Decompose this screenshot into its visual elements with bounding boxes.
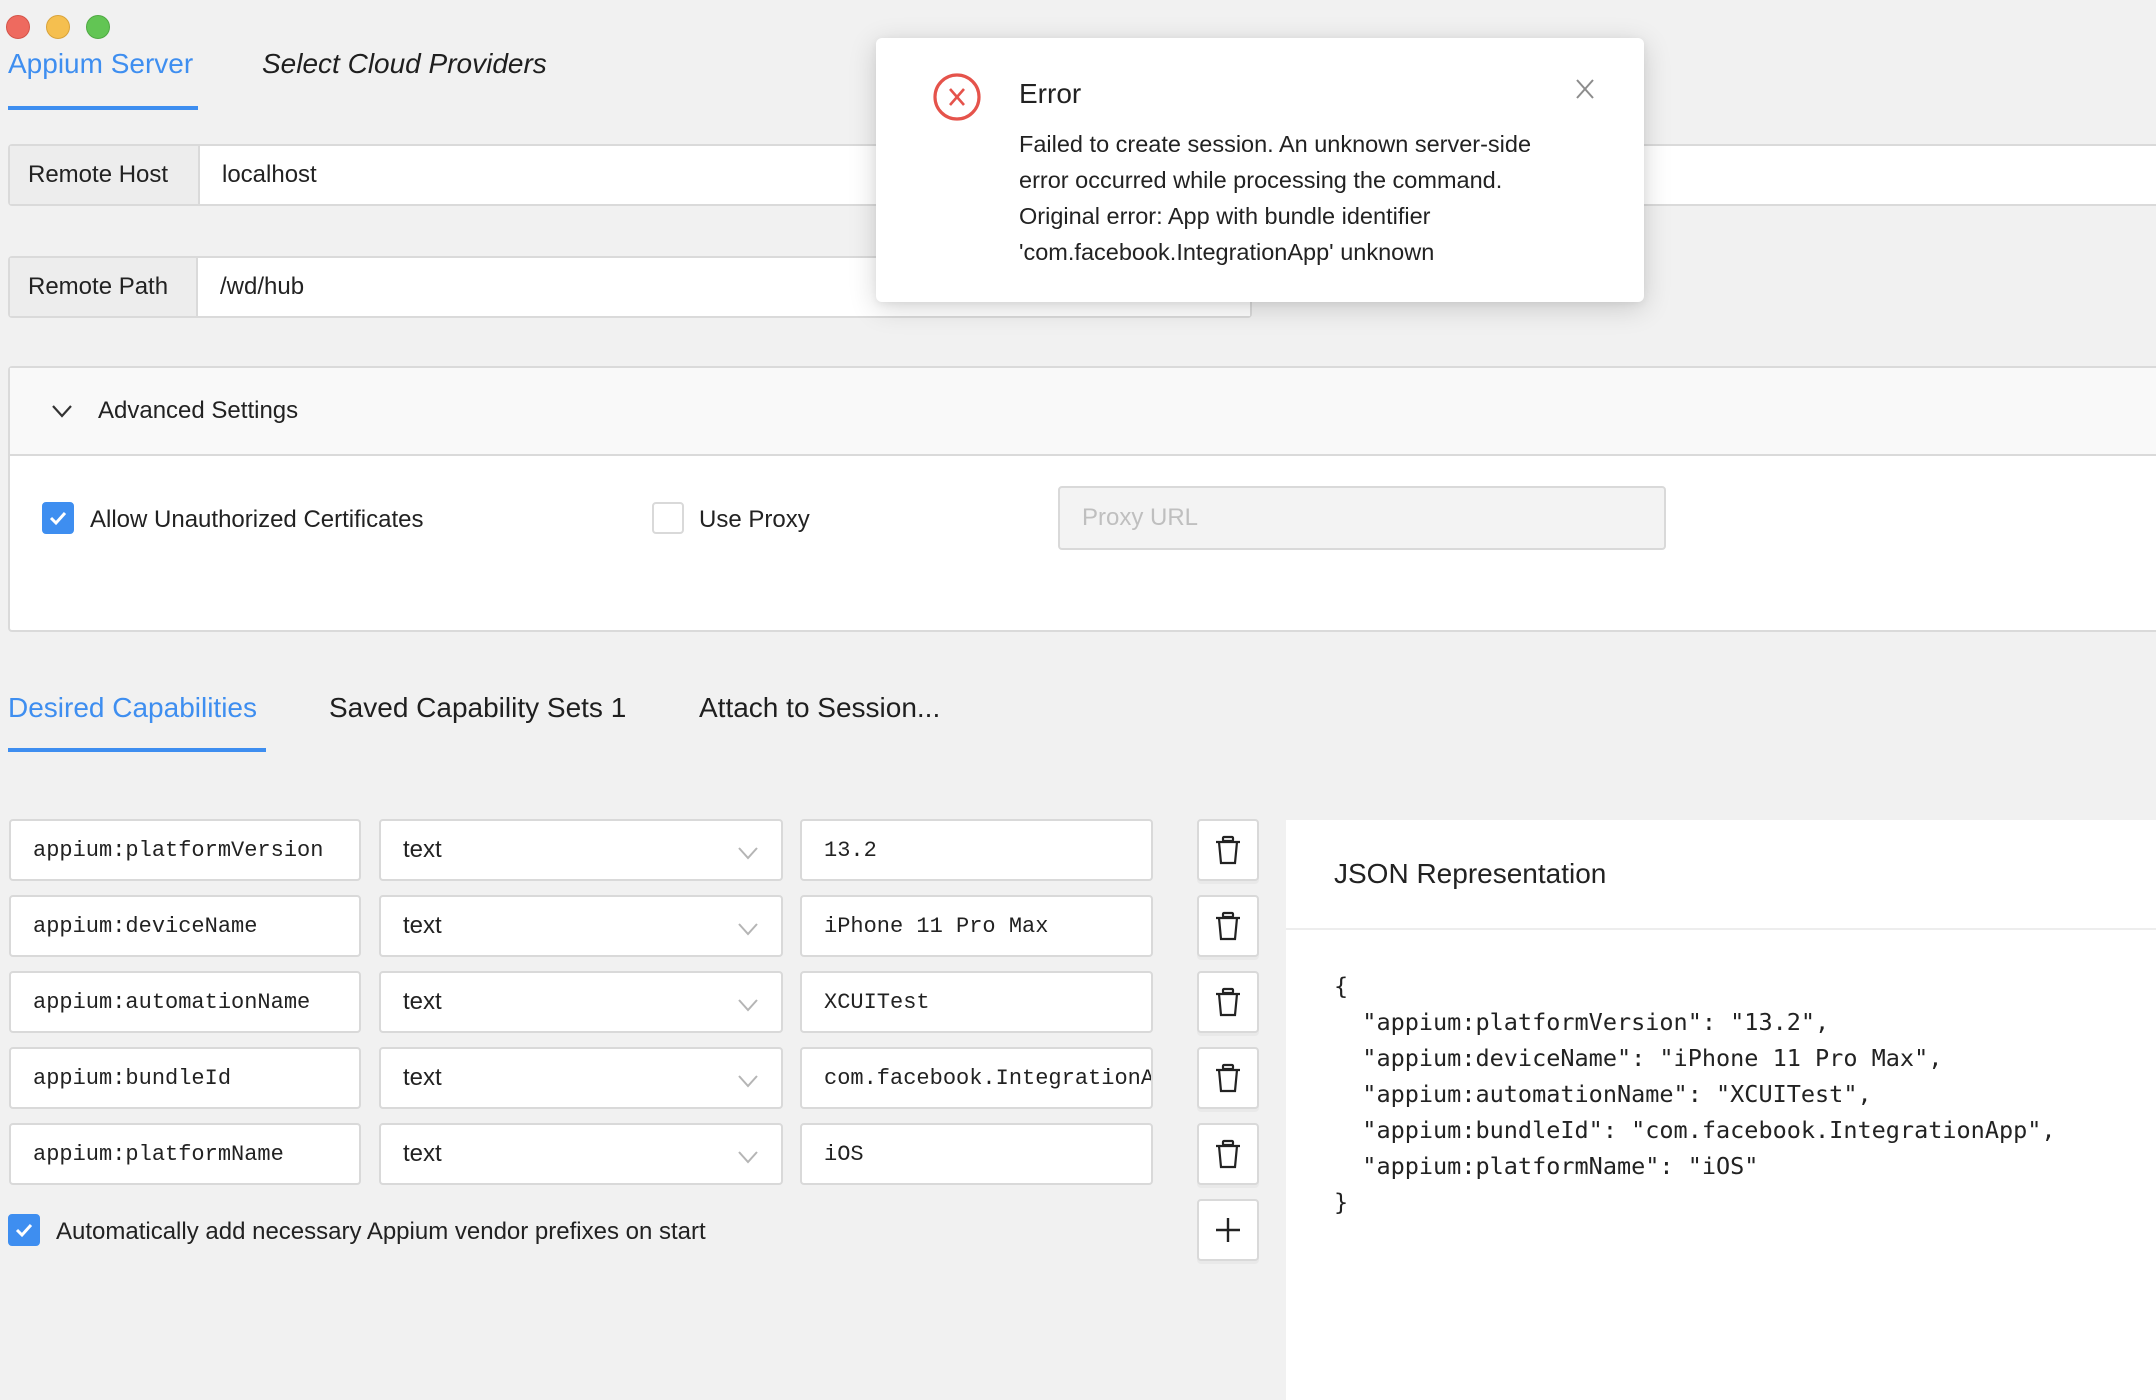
auto-prefix-checkbox[interactable]	[8, 1214, 40, 1246]
add-capability-button[interactable]	[1197, 1199, 1259, 1261]
checkmark-icon	[15, 1223, 33, 1238]
capability-value-input[interactable]: iPhone 11 Pro Max	[800, 895, 1153, 957]
capability-value-input[interactable]: com.facebook.IntegrationApp	[800, 1047, 1153, 1109]
capability-name-input[interactable]: appium:platformVersion	[9, 819, 361, 881]
json-line: {	[1334, 972, 1349, 1000]
chevron-down-icon	[737, 839, 759, 867]
json-line: "appium:platformName": "iOS"	[1334, 1152, 1759, 1180]
delete-capability-button[interactable]	[1197, 819, 1259, 881]
json-panel-header: JSON Representation	[1286, 820, 2156, 930]
active-cap-tab-indicator	[8, 748, 266, 752]
error-message: Failed to create session. An unknown ser…	[1019, 126, 1579, 270]
error-message-line: Failed to create session. An unknown ser…	[1019, 131, 1532, 157]
capability-type-value: text	[403, 836, 442, 863]
capability-value-input[interactable]: iOS	[800, 1123, 1153, 1185]
json-line: "appium:bundleId": "com.facebook.Integra…	[1334, 1116, 2056, 1144]
remote-host-label: Remote Host	[10, 146, 200, 204]
json-representation-panel: JSON Representation { "appium:platformVe…	[1286, 820, 2156, 1400]
capability-name-input[interactable]: appium:automationName	[9, 971, 361, 1033]
json-line: "appium:automationName": "XCUITest",	[1334, 1080, 1872, 1108]
allow-unauthorized-label: Allow Unauthorized Certificates	[90, 506, 424, 533]
minimize-window-button[interactable]	[46, 15, 70, 39]
error-title: Error	[1019, 78, 1082, 109]
chevron-down-icon	[737, 991, 759, 1019]
remote-path-label: Remote Path	[10, 258, 198, 316]
delete-capability-button[interactable]	[1197, 1047, 1259, 1109]
trash-icon	[1215, 911, 1241, 941]
capability-type-value: text	[403, 988, 442, 1015]
chevron-down-icon	[737, 1067, 759, 1095]
advanced-settings-toggle[interactable]: Advanced Settings	[10, 368, 2156, 456]
active-tab-indicator	[8, 106, 198, 110]
chevron-down-icon	[44, 404, 80, 418]
capability-value-input[interactable]: XCUITest	[800, 971, 1153, 1033]
tab-saved-capability-sets[interactable]: Saved Capability Sets 1	[329, 688, 626, 728]
delete-capability-button[interactable]	[1197, 971, 1259, 1033]
close-error-button[interactable]	[1570, 74, 1600, 104]
capability-type-select[interactable]: text	[379, 895, 783, 957]
capability-name-input[interactable]: appium:bundleId	[9, 1047, 361, 1109]
capability-type-value: text	[403, 912, 442, 939]
error-message-line: 'com.facebook.IntegrationApp' unknown	[1019, 239, 1435, 265]
capability-type-select[interactable]: text	[379, 1047, 783, 1109]
delete-capability-button[interactable]	[1197, 1123, 1259, 1185]
trash-icon	[1215, 987, 1241, 1017]
advanced-settings-title: Advanced Settings	[98, 397, 299, 424]
json-panel-title: JSON Representation	[1334, 858, 1607, 889]
plus-icon	[1216, 1218, 1240, 1242]
tab-select-cloud-providers[interactable]: Select Cloud Providers	[262, 44, 547, 84]
trash-icon	[1215, 835, 1241, 865]
capability-name-input[interactable]: appium:deviceName	[9, 895, 361, 957]
tab-appium-server[interactable]: Appium Server	[8, 44, 193, 84]
close-window-button[interactable]	[6, 15, 30, 39]
use-proxy-label: Use Proxy	[699, 506, 810, 533]
json-line: "appium:deviceName": "iPhone 11 Pro Max"…	[1334, 1044, 1943, 1072]
chevron-down-icon	[737, 915, 759, 943]
capability-type-select[interactable]: text	[379, 971, 783, 1033]
auto-prefix-label: Automatically add necessary Appium vendo…	[56, 1218, 706, 1245]
error-notification: Error Failed to create session. An unkno…	[876, 38, 1644, 302]
delete-capability-button[interactable]	[1197, 895, 1259, 957]
close-icon	[1576, 79, 1594, 99]
allow-unauthorized-checkbox[interactable]	[42, 502, 74, 534]
capability-type-value: text	[403, 1064, 442, 1091]
tab-attach-to-session[interactable]: Attach to Session...	[699, 688, 940, 728]
capability-value-input[interactable]: 13.2	[800, 819, 1153, 881]
zoom-window-button[interactable]	[86, 15, 110, 39]
json-line: }	[1334, 1188, 1349, 1216]
error-circle-x-icon	[932, 72, 982, 122]
error-message-line: Original error: App with bundle identifi…	[1019, 203, 1431, 229]
capability-type-value: text	[403, 1140, 442, 1167]
trash-icon	[1215, 1063, 1241, 1093]
checkmark-icon	[49, 511, 67, 526]
capability-name-input[interactable]: appium:platformName	[9, 1123, 361, 1185]
proxy-url-input[interactable]: Proxy URL	[1058, 486, 1666, 550]
capability-type-select[interactable]: text	[379, 819, 783, 881]
chevron-down-icon	[737, 1143, 759, 1171]
error-message-line: error occurred while processing the comm…	[1019, 167, 1503, 193]
trash-icon	[1215, 1139, 1241, 1169]
capability-type-select[interactable]: text	[379, 1123, 783, 1185]
json-code: { "appium:platformVersion": "13.2", "app…	[1334, 968, 2056, 1220]
json-line: "appium:platformVersion": "13.2",	[1334, 1008, 1830, 1036]
tab-desired-capabilities[interactable]: Desired Capabilities	[8, 688, 257, 728]
use-proxy-checkbox[interactable]	[652, 502, 684, 534]
